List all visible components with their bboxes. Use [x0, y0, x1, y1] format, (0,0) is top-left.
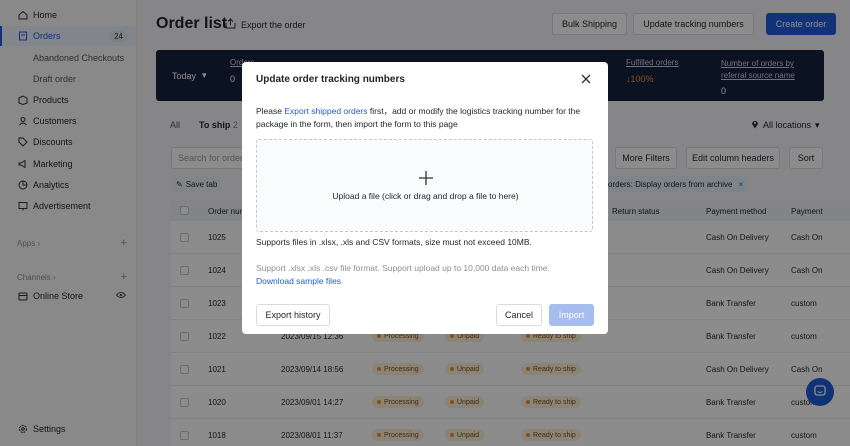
supported-formats: Supports files in .xlsx, .xls and CSV fo… — [256, 237, 532, 247]
instructions-prefix: Please — [256, 106, 285, 116]
import-button[interactable]: Import — [549, 304, 594, 326]
export-shipped-orders-link[interactable]: Export shipped orders — [284, 106, 368, 116]
export-history-button[interactable]: Export history — [256, 304, 330, 326]
upload-limit: Support .xlsx .xls .csv file format. Sup… — [256, 263, 550, 273]
cancel-button[interactable]: Cancel — [496, 304, 542, 326]
download-sample-link[interactable]: Download sample files — [256, 276, 341, 286]
update-tracking-modal: Update order tracking numbers Please Exp… — [242, 62, 608, 334]
plus-icon — [418, 170, 434, 186]
modal-instructions: Please Export shipped orders first，add o… — [256, 105, 596, 131]
upload-hint: Upload a file (click or drag and drop a … — [332, 191, 519, 201]
file-dropzone[interactable]: Upload a file (click or drag and drop a … — [256, 139, 593, 232]
modal-title: Update order tracking numbers — [256, 74, 405, 85]
close-icon[interactable] — [580, 73, 592, 85]
